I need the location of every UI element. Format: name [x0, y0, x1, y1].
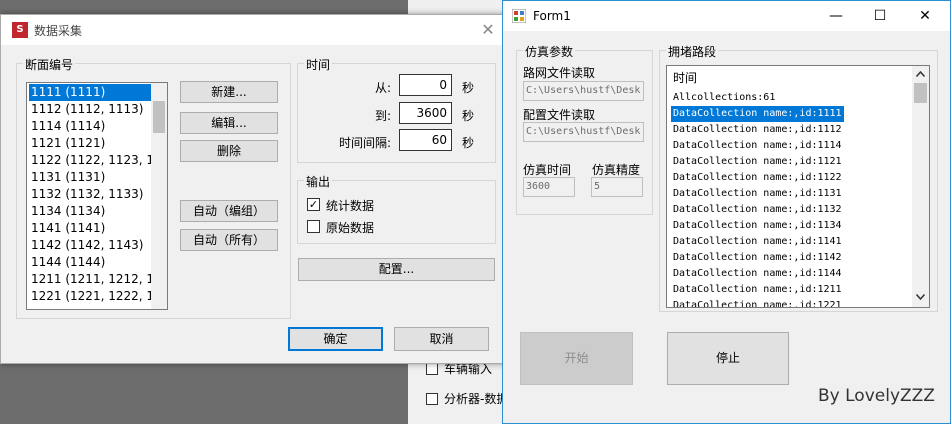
stats-label: 统计数据: [326, 199, 375, 213]
interval-label: 时间间隔:: [339, 136, 392, 150]
from-input[interactable]: 0: [399, 74, 452, 96]
list-item[interactable]: DataCollection name:,id:1144: [673, 266, 842, 282]
congestion-scrollbar[interactable]: [912, 66, 929, 307]
minimize-icon[interactable]: —: [821, 5, 851, 27]
app-logo-icon: S: [12, 22, 28, 38]
list-item[interactable]: 1122 (1122, 1123, 11: [29, 152, 162, 169]
form-app-icon: [512, 9, 526, 23]
interval-input[interactable]: 60: [399, 129, 452, 151]
background-row-analyzer[interactable]: 分析器-数据: [426, 390, 508, 407]
network-file-field[interactable]: C:\Users\hustf\Desk: [523, 81, 644, 101]
ok-button[interactable]: 确定: [288, 327, 383, 351]
list-item[interactable]: 1142 (1142, 1143): [29, 237, 153, 254]
config-file-label: 配置文件读取: [523, 108, 596, 122]
dialog-titlebar: S 数据采集 ✕: [1, 15, 507, 45]
list-item[interactable]: 1112 (1112, 1113): [29, 101, 153, 118]
raw-label: 原始数据: [326, 221, 375, 235]
data-collection-dialog: S 数据采集 ✕ 断面编号 1111 (1111) 1112 (1112, 11…: [0, 14, 508, 364]
congestion-list[interactable]: 时间 Allcollections:61 DataCollection name…: [666, 65, 930, 308]
list-item[interactable]: 1141 (1141): [29, 220, 153, 237]
list-item[interactable]: Allcollections:61: [673, 90, 775, 106]
output-group-label: 输出: [304, 173, 333, 190]
background-row-label: 分析器-数据: [444, 392, 509, 406]
list-item[interactable]: DataCollection name:,id:1134: [673, 218, 842, 234]
new-button[interactable]: 新建...: [180, 81, 278, 103]
scrollbar-thumb[interactable]: [153, 101, 165, 133]
close-icon[interactable]: ✕: [477, 19, 499, 41]
sim-precision-field[interactable]: 5: [591, 177, 643, 197]
congestion-group-label: 拥堵路段: [666, 43, 719, 60]
form1-title: Form1: [533, 9, 571, 23]
to-label: 到:: [375, 109, 392, 123]
scrollbar-thumb[interactable]: [914, 83, 927, 103]
sim-params-group-label: 仿真参数: [523, 43, 576, 60]
list-item[interactable]: 1144 (1144): [29, 254, 153, 271]
section-list[interactable]: 1111 (1111) 1112 (1112, 1113) 1114 (1114…: [26, 82, 168, 310]
sim-precision-label: 仿真精度: [592, 163, 641, 177]
list-item[interactable]: 1221 (1221, 1222, 12: [29, 288, 162, 305]
list-item[interactable]: 1211 (1211, 1212, 12: [29, 271, 162, 288]
edit-button[interactable]: 编辑...: [180, 112, 278, 134]
list-item[interactable]: DataCollection name:,id:1122: [673, 170, 842, 186]
background-checkbox[interactable]: [426, 392, 438, 405]
sim-time-label: 仿真时间: [523, 163, 572, 177]
list-item[interactable]: DataCollection name:,id:1114: [673, 138, 842, 154]
list-item[interactable]: 1131 (1131): [29, 169, 153, 186]
list-scrollbar[interactable]: [151, 83, 167, 309]
list-item[interactable]: DataCollection name:,id:1132: [673, 202, 842, 218]
close-icon[interactable]: ✕: [910, 5, 940, 27]
list-item[interactable]: DataCollection name:,id:1141: [673, 234, 842, 250]
list-item[interactable]: DataCollection name:,id:1131: [673, 186, 842, 202]
auto-group-button[interactable]: 自动（编组）: [180, 200, 278, 222]
from-unit: 秒: [462, 81, 475, 95]
background-checkbox[interactable]: [426, 362, 438, 375]
to-unit: 秒: [462, 109, 475, 123]
list-item[interactable]: DataCollection name:,id:1221: [673, 298, 842, 307]
scroll-up-icon[interactable]: [916, 71, 925, 77]
maximize-icon[interactable]: ☐: [865, 5, 895, 27]
network-file-label: 路网文件读取: [523, 66, 596, 80]
list-item[interactable]: 时间: [673, 70, 697, 86]
list-item[interactable]: 1132 (1132, 1133): [29, 186, 153, 203]
list-item[interactable]: 1134 (1134): [29, 203, 153, 220]
list-item[interactable]: DataCollection name:,id:1111: [671, 106, 844, 122]
list-item[interactable]: DataCollection name:,id:1112: [673, 122, 842, 138]
list-item[interactable]: 1121 (1121): [29, 135, 153, 152]
from-label: 从:: [375, 81, 392, 95]
stats-checkbox[interactable]: ✓: [307, 198, 320, 211]
delete-button[interactable]: 删除: [180, 140, 278, 162]
list-item[interactable]: 1111 (1111): [29, 84, 153, 101]
config-file-field[interactable]: C:\Users\hustf\Desk: [523, 122, 644, 142]
auto-all-button[interactable]: 自动（所有）: [180, 229, 278, 251]
dialog-title: 数据采集: [34, 24, 83, 38]
list-item[interactable]: 1114 (1114): [29, 118, 153, 135]
list-item[interactable]: DataCollection name:,id:1142: [673, 250, 842, 266]
list-item[interactable]: DataCollection name:,id:1121: [673, 154, 842, 170]
interval-unit: 秒: [462, 136, 475, 150]
to-input[interactable]: 3600: [399, 102, 452, 124]
config-button[interactable]: 配置...: [298, 258, 495, 281]
raw-checkbox[interactable]: [307, 220, 320, 233]
start-button[interactable]: 开始: [520, 332, 633, 385]
list-item[interactable]: DataCollection name:,id:1211: [673, 282, 842, 298]
stop-button[interactable]: 停止: [667, 332, 789, 385]
scroll-down-icon[interactable]: [916, 294, 925, 300]
form1-window: Form1 — ☐ ✕ 仿真参数 路网文件读取 C:\Users\hustf\D…: [502, 0, 951, 424]
cancel-button[interactable]: 取消: [394, 327, 489, 351]
watermark: By LovelyZZZ: [818, 386, 935, 406]
time-group-label: 时间: [304, 56, 333, 73]
section-group-label: 断面编号: [23, 56, 76, 73]
sim-time-field[interactable]: 3600: [523, 177, 575, 197]
form1-titlebar: Form1 — ☐ ✕: [503, 1, 950, 31]
